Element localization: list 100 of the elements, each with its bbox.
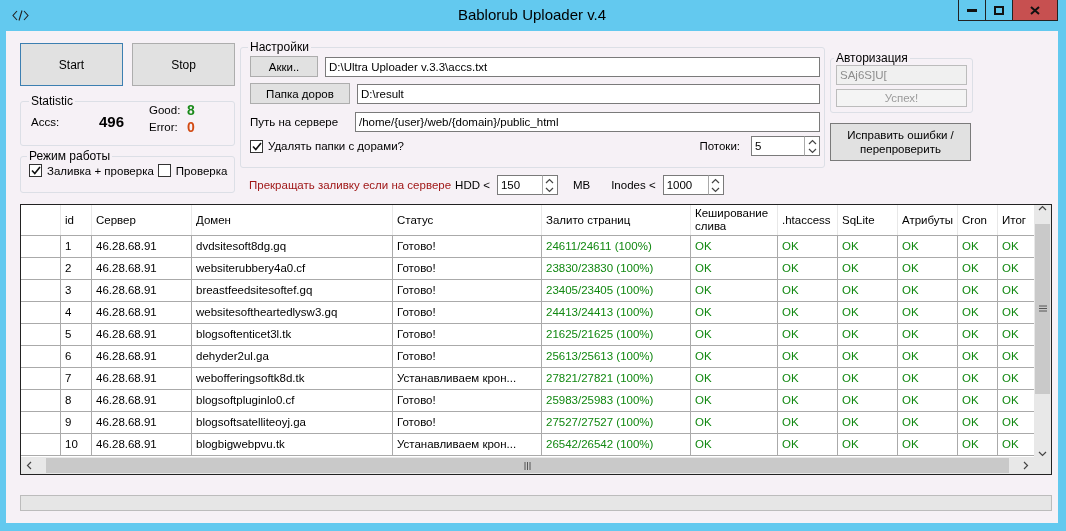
spin-up-icon[interactable] bbox=[807, 138, 817, 145]
table-cell: OK bbox=[778, 236, 838, 257]
table-cell: OK bbox=[898, 236, 958, 257]
table-cell: Готово! bbox=[393, 302, 542, 323]
scroll-up-icon[interactable] bbox=[1038, 205, 1047, 211]
checkbox[interactable] bbox=[29, 164, 42, 177]
fix-errors-button[interactable]: Исправить ошибки / перепроверить bbox=[830, 123, 971, 161]
minimize-button[interactable] bbox=[958, 0, 986, 21]
column-header[interactable]: Сервер bbox=[92, 205, 192, 235]
spin-up-icon[interactable] bbox=[711, 177, 721, 184]
server-path-field[interactable]: /home/{user}/web/{domain}/public_html bbox=[355, 112, 820, 132]
group-title: Настройки bbox=[249, 40, 310, 54]
column-header[interactable]: .htaccess bbox=[778, 205, 838, 235]
table-cell: OK bbox=[778, 324, 838, 345]
stat-value: 0 bbox=[187, 119, 195, 135]
checkbox[interactable] bbox=[250, 139, 263, 153]
table-cell: OK bbox=[898, 324, 958, 345]
accs-path-field[interactable]: D:\Ultra Uploader v.3.3\accs.txt bbox=[325, 56, 820, 77]
column-header[interactable]: SqLite bbox=[838, 205, 898, 235]
table-cell: OK bbox=[691, 258, 778, 279]
table-cell: 6 bbox=[61, 346, 92, 367]
threads-spinner[interactable]: 5 bbox=[751, 136, 804, 156]
spin-buttons[interactable] bbox=[804, 136, 820, 156]
table-cell: OK bbox=[778, 280, 838, 301]
field-label: Inodes < bbox=[611, 179, 656, 191]
table-cell: OK bbox=[838, 258, 898, 279]
table-cell: 7 bbox=[61, 368, 92, 389]
spin-down-icon[interactable] bbox=[545, 186, 555, 193]
table-cell: OK bbox=[778, 302, 838, 323]
table-cell: Готово! bbox=[393, 412, 542, 433]
table-cell: OK bbox=[958, 258, 998, 279]
hdd-spinner[interactable]: 150 bbox=[496, 175, 542, 195]
close-icon bbox=[1030, 5, 1040, 15]
table-cell: OK bbox=[691, 412, 778, 433]
code-icon bbox=[12, 10, 29, 21]
spin-down-icon[interactable] bbox=[807, 147, 817, 154]
close-button[interactable] bbox=[1013, 0, 1058, 21]
field-label: Потоки: bbox=[699, 140, 740, 152]
scroll-left-icon[interactable] bbox=[26, 461, 32, 470]
table-cell: OK bbox=[958, 236, 998, 257]
unit-label: MB bbox=[572, 179, 591, 191]
table-cell: OK bbox=[778, 390, 838, 411]
table-cell: 23830/23830 (100%) bbox=[542, 258, 691, 279]
table-cell: OK bbox=[958, 346, 998, 367]
stop-button[interactable]: Stop bbox=[132, 43, 235, 86]
table-cell: OK bbox=[778, 346, 838, 367]
table-cell: 24413/24413 (100%) bbox=[542, 302, 691, 323]
table-cell: 8 bbox=[61, 390, 92, 411]
table-cell: OK bbox=[898, 280, 958, 301]
table-cell: OK bbox=[691, 390, 778, 411]
doors-path-field[interactable]: D:\result bbox=[357, 83, 820, 104]
table-cell: OK bbox=[838, 280, 898, 301]
table-cell: OK bbox=[958, 302, 998, 323]
table-cell: websitesoftheartedlysw3.gq bbox=[192, 302, 393, 323]
column-header[interactable]: Домен bbox=[192, 205, 393, 235]
spin-down-icon[interactable] bbox=[711, 186, 721, 193]
table-cell: dvdsitesoft8dg.gq bbox=[192, 236, 393, 257]
checkbox[interactable] bbox=[157, 164, 171, 177]
column-header[interactable]: Атрибуты bbox=[898, 205, 958, 235]
table-cell: blogsoftenticet3l.tk bbox=[192, 324, 393, 345]
option-label: Удалять папки с дорами? bbox=[268, 140, 404, 152]
table-cell: OK bbox=[838, 434, 898, 455]
table-cell: Готово! bbox=[393, 346, 542, 367]
table-cell: OK bbox=[898, 368, 958, 389]
table-cell: 46.28.68.91 bbox=[92, 434, 192, 455]
minimize-icon bbox=[967, 8, 977, 12]
table-cell: Готово! bbox=[393, 324, 542, 345]
table-cell: OK bbox=[838, 236, 898, 257]
column-header[interactable]: Кеширование слива bbox=[691, 205, 778, 235]
column-header[interactable]: Статус bbox=[393, 205, 542, 235]
table-cell: Устанавливаем крон... bbox=[393, 434, 542, 455]
spin-up-icon[interactable] bbox=[545, 177, 555, 184]
table-cell: 27527/27527 (100%) bbox=[542, 412, 691, 433]
table-cell: OK bbox=[838, 412, 898, 433]
maximize-button[interactable] bbox=[986, 0, 1013, 21]
stat-label: Error: bbox=[149, 121, 179, 133]
start-button[interactable]: Start bbox=[20, 43, 123, 86]
table-cell: OK bbox=[691, 324, 778, 345]
column-header[interactable]: Cron bbox=[958, 205, 998, 235]
inodes-spinner[interactable]: 1000 bbox=[662, 175, 708, 195]
table-cell: OK bbox=[691, 236, 778, 257]
table-cell: OK bbox=[778, 258, 838, 279]
table-cell: OK bbox=[898, 346, 958, 367]
table-cell: OK bbox=[838, 368, 898, 389]
table-cell: 46.28.68.91 bbox=[92, 412, 192, 433]
table-cell: Готово! bbox=[393, 258, 542, 279]
table-cell: OK bbox=[958, 324, 998, 345]
accs-button[interactable]: Акки.. bbox=[250, 56, 318, 77]
table-cell: OK bbox=[838, 302, 898, 323]
grip-icon bbox=[524, 461, 531, 470]
table-cell: 46.28.68.91 bbox=[92, 236, 192, 257]
column-header[interactable]: id bbox=[61, 205, 92, 235]
vertical-scrollbar[interactable] bbox=[1034, 205, 1051, 457]
table-cell: blogsoftsatelliteoyj.ga bbox=[192, 412, 393, 433]
doors-folder-button[interactable]: Папка доров bbox=[250, 83, 350, 104]
column-header[interactable]: Залито страниц bbox=[542, 205, 691, 235]
scroll-right-icon[interactable] bbox=[1023, 461, 1029, 470]
option-label: Проверка bbox=[175, 164, 228, 177]
scroll-down-icon[interactable] bbox=[1038, 451, 1047, 457]
table-cell: 23405/23405 (100%) bbox=[542, 280, 691, 301]
